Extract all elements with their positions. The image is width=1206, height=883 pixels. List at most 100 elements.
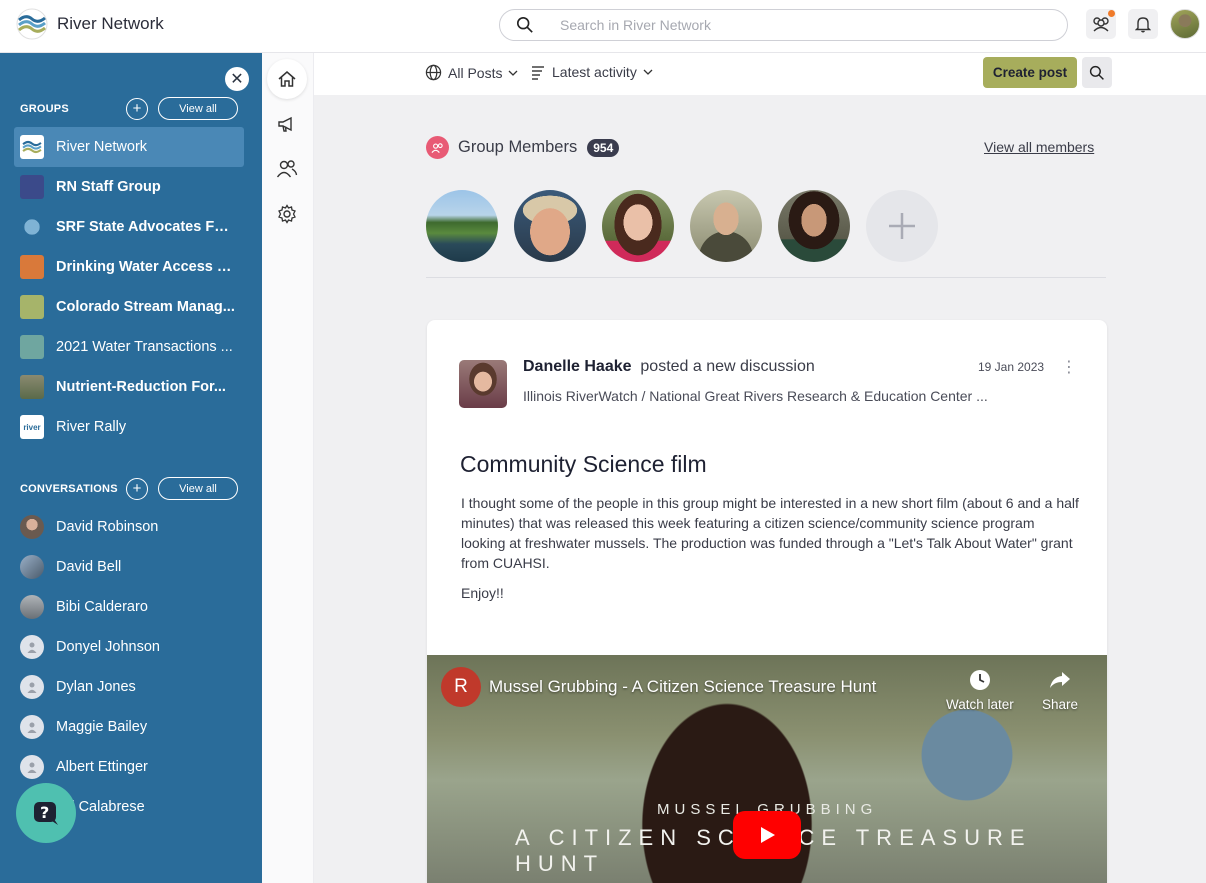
video-header: R Mussel Grubbing - A Citizen Science Tr…: [441, 667, 876, 707]
author-name[interactable]: Danelle Haake: [523, 358, 632, 375]
default-avatar-icon: [20, 755, 44, 779]
member-avatar[interactable]: [426, 190, 498, 262]
play-button[interactable]: [733, 811, 801, 859]
groups-button[interactable]: [1086, 9, 1116, 39]
post-meta: Danelle Haake posted a new discussion: [523, 358, 815, 376]
avatar: [20, 555, 44, 579]
group-thumbnail: [20, 215, 44, 239]
plus-icon: [889, 213, 915, 239]
view-all-members-link[interactable]: View all members: [984, 139, 1094, 155]
conversation-item[interactable]: Albert Ettinger: [14, 747, 244, 787]
search-bar[interactable]: [499, 9, 1068, 41]
member-avatar[interactable]: [690, 190, 762, 262]
member-avatar[interactable]: [778, 190, 850, 262]
divider: [426, 277, 1106, 278]
watch-later-button[interactable]: Watch later: [946, 669, 1014, 712]
sort-icon: [532, 66, 544, 80]
group-thumbnail: [20, 375, 44, 399]
notification-dot: [1108, 10, 1115, 17]
sort-filter[interactable]: Latest activity: [530, 64, 653, 80]
sidebar-item-water-transactions[interactable]: 2021 Water Transactions ...: [14, 327, 244, 367]
add-member-button[interactable]: [866, 190, 938, 262]
share-label: Share: [1042, 697, 1079, 712]
groups-title: GROUPS: [20, 102, 69, 115]
create-post-button[interactable]: Create post: [983, 57, 1077, 88]
conversation-item[interactable]: David Robinson: [14, 507, 244, 547]
settings-button[interactable]: [267, 194, 307, 234]
search-input[interactable]: [560, 17, 1020, 33]
help-chat-icon: ?: [34, 802, 58, 825]
all-posts-label: All Posts: [448, 64, 503, 81]
play-icon: [761, 827, 775, 843]
sidebar-item-srf-state-advocates[interactable]: SRF State Advocates For...: [14, 207, 244, 247]
conversation-name: David Bell: [56, 559, 122, 575]
video-embed[interactable]: R Mussel Grubbing - A Citizen Science Tr…: [427, 655, 1107, 883]
add-conversation-button[interactable]: +: [126, 477, 148, 500]
group-label: 2021 Water Transactions ...: [56, 339, 233, 355]
sidebar-item-river-rally[interactable]: river River Rally: [14, 407, 244, 447]
group-label: Colorado Stream Manag...: [56, 299, 235, 315]
sidebar-item-nutrient-reduction[interactable]: Nutrient-Reduction For...: [14, 367, 244, 407]
author-avatar[interactable]: [459, 360, 507, 408]
brand[interactable]: River Network: [16, 8, 164, 40]
help-button[interactable]: ?: [16, 783, 76, 843]
share-button[interactable]: Share: [1042, 669, 1078, 712]
groups-header: GROUPS + View all: [20, 97, 240, 120]
group-thumbnail: [20, 335, 44, 359]
river-network-logo-icon: [20, 135, 44, 159]
add-group-button[interactable]: +: [126, 97, 148, 120]
plus-icon: +: [132, 480, 142, 497]
conversation-item[interactable]: Bibi Calderaro: [14, 587, 244, 627]
members-button[interactable]: [267, 149, 307, 189]
plus-icon: +: [132, 100, 142, 117]
member-avatar[interactable]: [602, 190, 674, 262]
group-label: Nutrient-Reduction For...: [56, 379, 226, 395]
watch-later-label: Watch later: [946, 697, 1014, 712]
search-icon: [516, 16, 533, 33]
avatar: [20, 595, 44, 619]
view-all-groups-button[interactable]: View all: [158, 97, 238, 120]
brand-name: River Network: [57, 14, 164, 33]
avatar: [20, 515, 44, 539]
conversation-name: Donyel Johnson: [56, 639, 160, 655]
all-posts-filter[interactable]: All Posts: [425, 64, 518, 81]
close-sidebar-button[interactable]: ✕: [225, 67, 249, 91]
conversation-item[interactable]: Donyel Johnson: [14, 627, 244, 667]
group-label: SRF State Advocates For...: [56, 219, 236, 235]
view-all-conversations-button[interactable]: View all: [158, 477, 238, 500]
home-button[interactable]: [267, 59, 307, 99]
post-group[interactable]: Illinois RiverWatch / National Great Riv…: [523, 388, 1003, 404]
sidebar-item-river-network[interactable]: River Network: [14, 127, 244, 167]
sidebar-item-colorado-stream[interactable]: Colorado Stream Manag...: [14, 287, 244, 327]
members-icon: [426, 136, 449, 159]
sort-label: Latest activity: [552, 64, 637, 80]
more-options-button[interactable]: ⋮: [1061, 357, 1077, 377]
member-count-badge: 954: [587, 138, 620, 157]
river-network-logo-icon: [16, 8, 48, 40]
video-overlay-subtitle: A CITIZEN SCIENCE TREASURE HUNT: [515, 825, 1032, 876]
conversations-header: CONVERSATIONS + View all: [20, 477, 240, 500]
group-thumbnail: [20, 255, 44, 279]
conversation-name: Dylan Jones: [56, 679, 136, 695]
post-title[interactable]: Community Science film: [460, 451, 707, 478]
conversation-item[interactable]: Maggie Bailey: [14, 707, 244, 747]
conversation-item[interactable]: David Bell: [14, 547, 244, 587]
sidebar-item-drinking-water-access[interactable]: Drinking Water Access E...: [14, 247, 244, 287]
share-icon: [1050, 672, 1071, 688]
icon-rail: [262, 53, 314, 883]
conversation-item[interactable]: Dylan Jones: [14, 667, 244, 707]
group-label: RN Staff Group: [56, 179, 161, 195]
more-vertical-icon: ⋮: [1061, 359, 1077, 376]
notifications-button[interactable]: [1128, 9, 1158, 39]
feed-search-button[interactable]: [1082, 57, 1112, 88]
announcements-button[interactable]: [267, 104, 307, 144]
video-title[interactable]: Mussel Grubbing - A Citizen Science Trea…: [489, 677, 876, 697]
conversation-name: Maggie Bailey: [56, 719, 148, 735]
default-avatar-icon: [20, 715, 44, 739]
user-avatar[interactable]: [1170, 9, 1200, 39]
group-label: Drinking Water Access E...: [56, 259, 236, 275]
channel-avatar[interactable]: R: [441, 667, 481, 707]
member-avatar[interactable]: [514, 190, 586, 262]
globe-icon: [425, 64, 442, 81]
sidebar-item-rn-staff[interactable]: RN Staff Group: [14, 167, 244, 207]
